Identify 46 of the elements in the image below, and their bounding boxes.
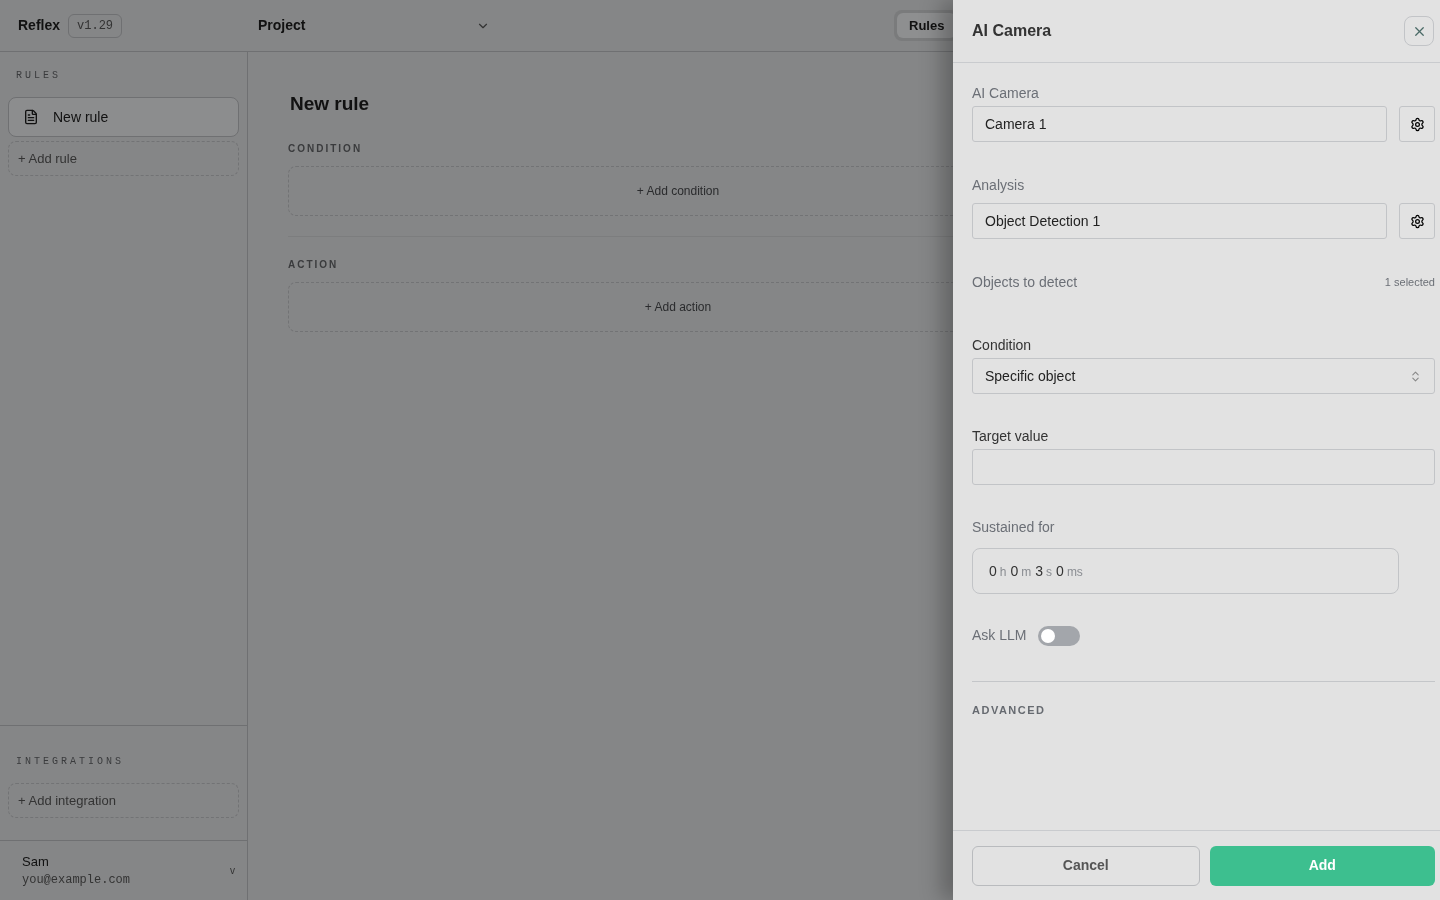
section-heading: INTEGRATIONS (15, 755, 125, 769)
field-label: Condition (972, 336, 1033, 355)
user-email: you@example.com (22, 872, 131, 890)
document-icon (23, 109, 39, 125)
field-label: Ask LLM (972, 626, 1027, 645)
field-label: Analysis (972, 176, 1026, 195)
target-value-field[interactable] (972, 449, 1435, 485)
analysis-field[interactable]: Object Detection 1 (972, 203, 1387, 239)
add-rule-button[interactable]: + Add rule (8, 141, 239, 176)
project-selector[interactable]: Project (258, 15, 490, 36)
selection-count: 1 selected (1384, 275, 1435, 291)
duration-value: 3 (1035, 561, 1044, 581)
duration-unit: ms (1066, 563, 1083, 581)
close-button[interactable] (1404, 16, 1434, 46)
section-heading: RULES (15, 69, 62, 83)
field-label: Sustained for (972, 518, 1056, 537)
user-name: Sam (22, 852, 50, 871)
settings-button[interactable] (1399, 106, 1435, 142)
duration-unit: h (999, 563, 1007, 581)
page-title: New rule (289, 92, 370, 116)
duration-field[interactable]: 0 h 0 m 3 s 0 ms (972, 548, 1399, 594)
duration-value: 0 (989, 561, 997, 581)
duration-value: 0 (1010, 561, 1019, 581)
version-tag: v1.29 (68, 13, 123, 38)
section-heading: ACTION (288, 257, 340, 272)
settings-icon (1409, 116, 1425, 132)
settings-button[interactable] (1399, 203, 1435, 239)
duration-unit: s (1046, 563, 1053, 581)
rule-item[interactable]: New rule (8, 97, 239, 137)
rule-label: New rule (53, 107, 109, 127)
panel-title: AI Camera (972, 21, 1052, 41)
add-integration-button[interactable]: + Add integration (8, 783, 239, 818)
field-label: Target value (972, 427, 1050, 446)
camera-field[interactable]: Camera 1 (972, 106, 1387, 142)
section-heading: CONDITION (288, 141, 364, 156)
field-label: AI Camera (972, 84, 1040, 103)
section-heading: ADVANCED (972, 703, 1047, 718)
ask-llm-toggle[interactable] (1038, 625, 1081, 646)
user-menu-caret[interactable]: v (230, 863, 235, 878)
condition-select[interactable]: Specific object (972, 358, 1435, 394)
app-name: Reflex (18, 16, 61, 35)
duration-unit: m (1021, 563, 1032, 581)
cancel-button[interactable]: Cancel (972, 845, 1200, 886)
duration-value: 0 (1056, 561, 1064, 581)
settings-icon (1409, 213, 1425, 229)
up-down-icon (1409, 369, 1422, 383)
